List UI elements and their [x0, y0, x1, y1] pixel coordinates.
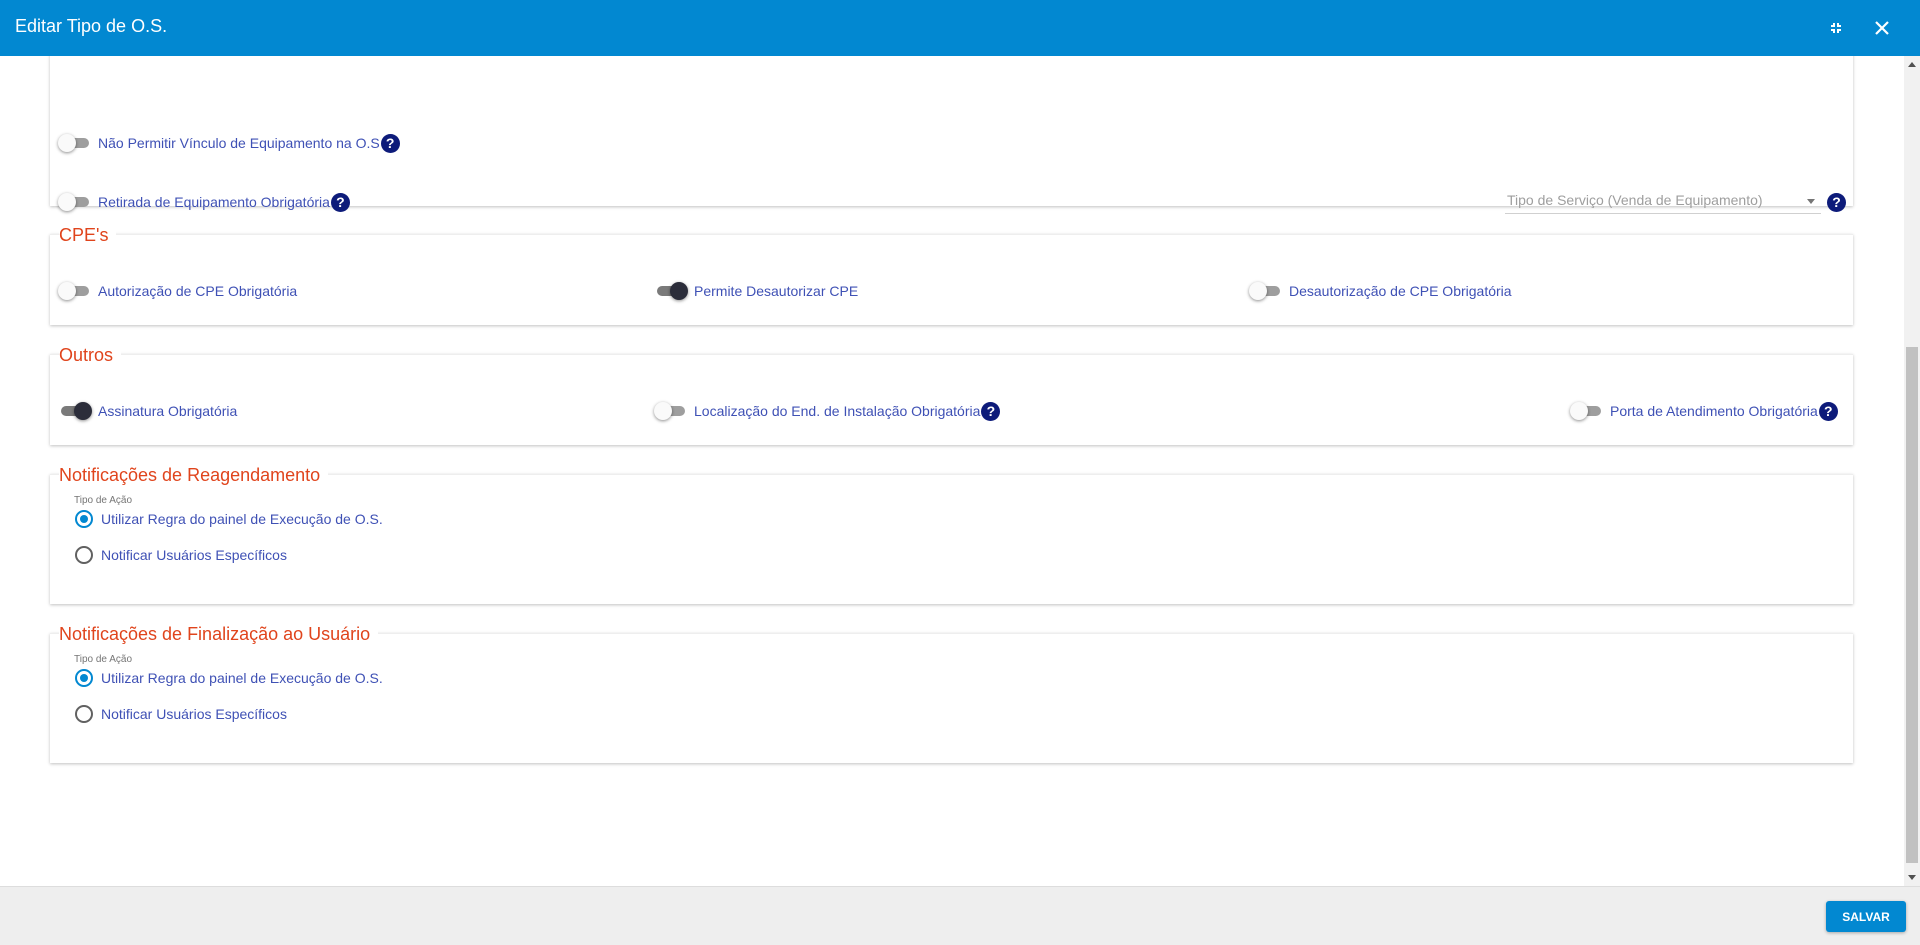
service-port-toggle[interactable] [1570, 402, 1604, 420]
dialog-content: Não Permitir Vínculo de Equipamento na O… [0, 56, 1904, 886]
finalization-option-label: Notificar Usuários Específicos [101, 706, 287, 722]
help-icon[interactable]: ? [981, 401, 1001, 421]
close-icon[interactable] [1868, 14, 1896, 42]
service-port-row: Porta de Atendimento Obrigatória ? [1570, 399, 1838, 423]
finalization-option-specific-users[interactable]: Notificar Usuários Específicos [75, 703, 287, 725]
cpes-section: CPE's Autorização de CPE Obrigatória Per… [50, 223, 1853, 325]
no-equipment-link-toggle[interactable] [58, 134, 92, 152]
save-button[interactable]: SALVAR [1826, 901, 1906, 932]
radio-button[interactable] [75, 546, 93, 564]
help-icon[interactable]: ? [380, 133, 400, 153]
finalization-option-label: Utilizar Regra do painel de Execução de … [101, 670, 383, 686]
install-location-row: Localização do End. de Instalação Obriga… [654, 399, 1001, 423]
finalization-option-panel-rule[interactable]: Utilizar Regra do painel de Execução de … [75, 667, 383, 689]
allow-deauth-toggle[interactable] [654, 282, 688, 300]
finalization-action-type-label: Tipo de Ação [74, 654, 133, 665]
cpe-auth-row: Autorização de CPE Obrigatória [58, 279, 297, 303]
cpe-deauth-toggle[interactable] [1249, 282, 1283, 300]
service-type-select[interactable]: Tipo de Serviço (Venda de Equipamento) [1505, 190, 1821, 214]
reschedule-legend: Notificações de Reagendamento [59, 463, 329, 487]
finalization-notifications-section: Notificações de Finalização ao Usuário T… [50, 622, 1853, 763]
signature-row: Assinatura Obrigatória [58, 399, 237, 423]
scroll-down-icon[interactable] [1908, 875, 1916, 880]
help-icon[interactable]: ? [1818, 401, 1838, 421]
content-scrollbar[interactable] [1904, 56, 1920, 886]
scroll-up-icon[interactable] [1908, 62, 1916, 67]
dialog-title: Editar Tipo de O.S. [15, 16, 168, 36]
allow-deauth-label: Permite Desautorizar CPE [694, 283, 859, 299]
radio-button[interactable] [75, 705, 93, 723]
no-equipment-link-label: Não Permitir Vínculo de Equipamento na O… [98, 135, 380, 151]
dialog-title-bar: Editar Tipo de O.S. [0, 0, 1920, 56]
equipment-section: Não Permitir Vínculo de Equipamento na O… [50, 56, 1853, 214]
service-type-placeholder: Tipo de Serviço (Venda de Equipamento) [1507, 192, 1763, 208]
signature-toggle[interactable] [58, 402, 92, 420]
scrollbar-thumb[interactable] [1906, 347, 1918, 863]
cpe-deauth-label: Desautorização de CPE Obrigatória [1289, 283, 1512, 299]
reschedule-option-label: Notificar Usuários Específicos [101, 547, 287, 563]
outros-section: Outros Assinatura Obrigatória Localizaçã… [50, 343, 1853, 445]
install-location-label: Localização do End. de Instalação Obriga… [694, 403, 981, 419]
outros-legend: Outros [59, 343, 122, 367]
cpes-legend: CPE's [59, 223, 117, 247]
help-icon[interactable]: ? [1827, 193, 1846, 212]
equipment-removal-label: Retirada de Equipamento Obrigatória [98, 194, 330, 210]
cpe-auth-toggle[interactable] [58, 282, 92, 300]
reschedule-option-specific-users[interactable]: Notificar Usuários Específicos [75, 544, 287, 566]
radio-button[interactable] [75, 669, 93, 687]
no-equipment-link-row: Não Permitir Vínculo de Equipamento na O… [58, 131, 400, 155]
chevron-down-icon [1807, 199, 1815, 204]
reschedule-option-panel-rule[interactable]: Utilizar Regra do painel de Execução de … [75, 508, 383, 530]
service-port-label: Porta de Atendimento Obrigatória [1610, 403, 1818, 419]
cpe-auth-label: Autorização de CPE Obrigatória [98, 283, 298, 299]
signature-label: Assinatura Obrigatória [98, 403, 238, 419]
help-icon[interactable]: ? [330, 192, 350, 212]
dialog-footer: SALVAR [0, 886, 1920, 945]
reschedule-option-label: Utilizar Regra do painel de Execução de … [101, 511, 383, 527]
radio-button[interactable] [75, 510, 93, 528]
equipment-removal-toggle[interactable] [58, 193, 92, 211]
equipment-removal-row: Retirada de Equipamento Obrigatória ? [58, 190, 350, 214]
cpe-deauth-row: Desautorização de CPE Obrigatória [1249, 279, 1512, 303]
finalization-legend: Notificações de Finalização ao Usuário [59, 622, 379, 646]
reschedule-action-type-label: Tipo de Ação [74, 495, 133, 506]
install-location-toggle[interactable] [654, 402, 688, 420]
reschedule-notifications-section: Notificações de Reagendamento Tipo de Aç… [50, 463, 1853, 604]
collapse-icon[interactable] [1822, 14, 1850, 42]
allow-deauth-row: Permite Desautorizar CPE [654, 279, 858, 303]
